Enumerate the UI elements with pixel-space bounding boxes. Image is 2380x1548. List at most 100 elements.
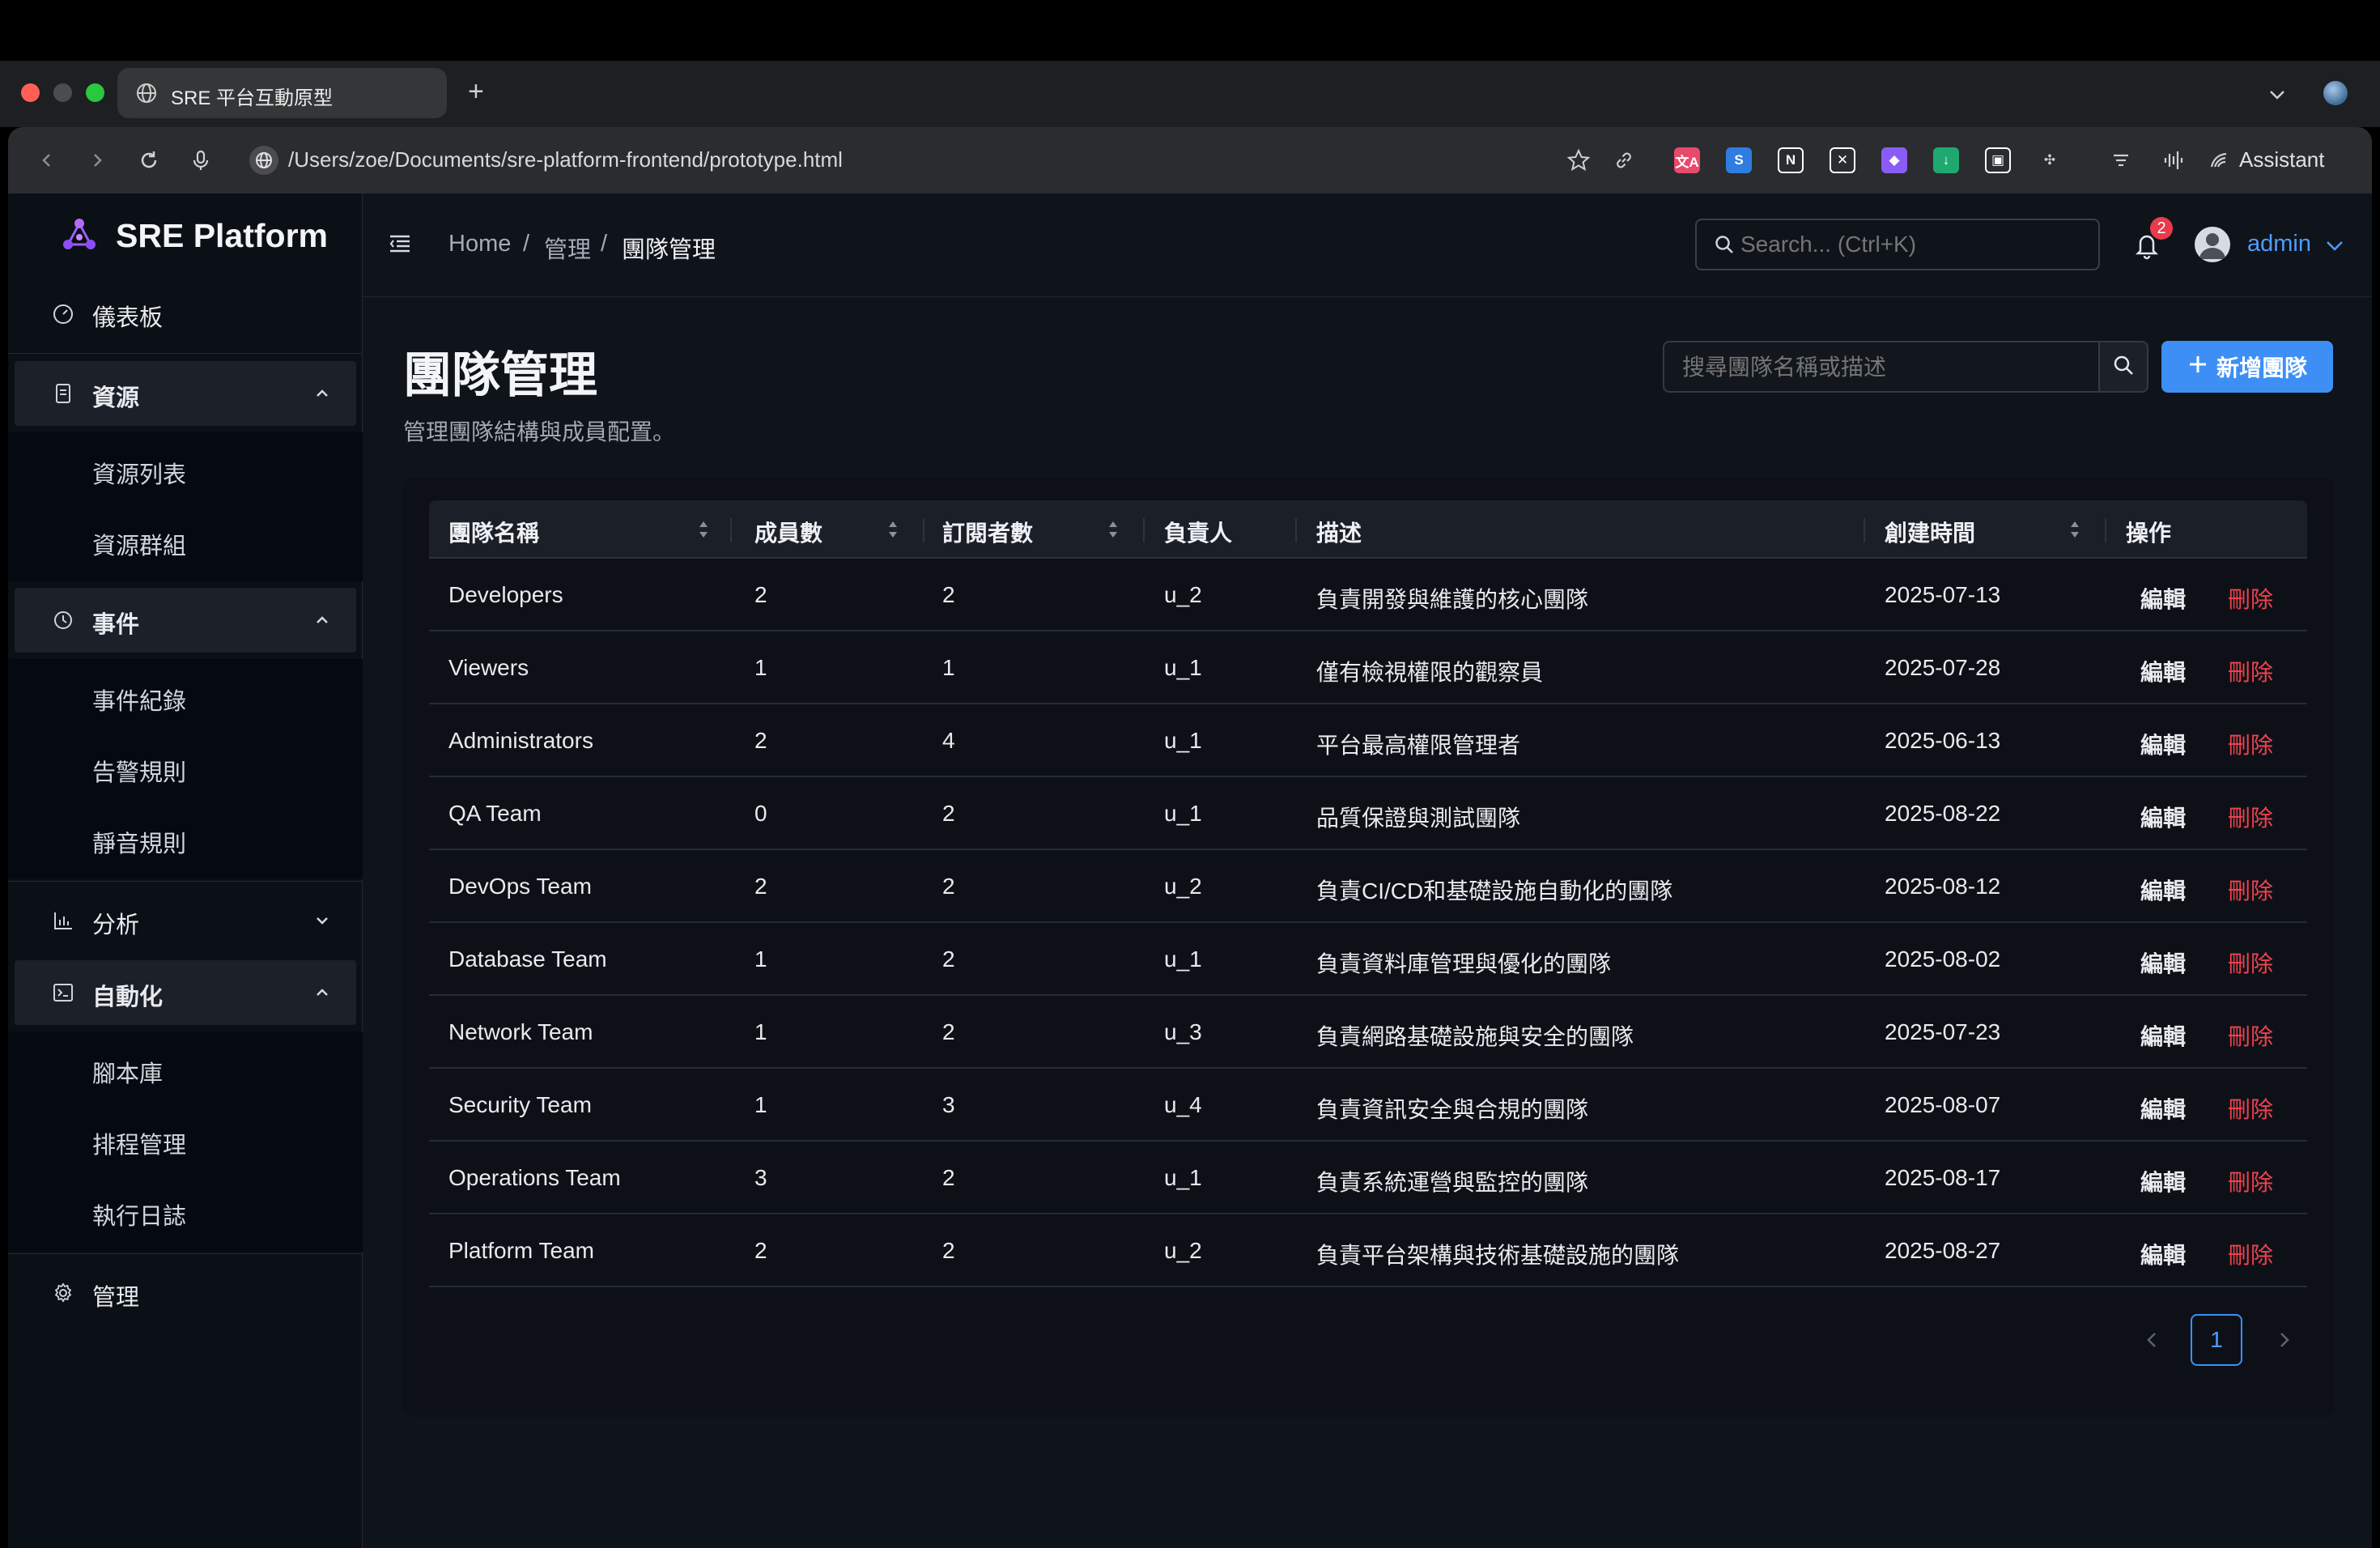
save-ext-icon[interactable]: ▣	[1985, 147, 2011, 173]
edit-button[interactable]: 編輯	[2140, 874, 2186, 906]
delete-button[interactable]: 刪除	[2228, 582, 2273, 615]
edit-button[interactable]: 編輯	[2140, 1165, 2186, 1197]
tab-list-chevron-icon[interactable]	[2267, 84, 2288, 109]
delete-button[interactable]: 刪除	[2228, 1092, 2273, 1125]
sidebar-item-schedules[interactable]: 排程管理	[92, 1126, 186, 1160]
sidebar-item-resource-list[interactable]: 資源列表	[92, 456, 186, 490]
microphone-icon[interactable]	[186, 146, 215, 175]
delete-button[interactable]: 刪除	[2228, 946, 2273, 979]
edit-button[interactable]: 編輯	[2140, 655, 2186, 687]
table-row: Network Team 1 2 u_3 負責網路基礎設施與安全的團隊 2025-07-2…	[429, 996, 2307, 1069]
sidebar-group-automation[interactable]: 自動化	[15, 960, 356, 1025]
column-header-members[interactable]: 成員數	[754, 516, 822, 548]
translate-ext-icon[interactable]: 文A	[1674, 147, 1700, 173]
edit-button[interactable]: 編輯	[2140, 582, 2186, 615]
sidebar-item-silence-rules[interactable]: 靜音規則	[92, 825, 186, 859]
search-icon	[2111, 353, 2136, 381]
add-team-button[interactable]: 新增團隊	[2161, 341, 2333, 393]
minimize-window-button[interactable]	[53, 83, 72, 102]
breadcrumb-home[interactable]: Home	[448, 231, 511, 257]
delete-button[interactable]: 刪除	[2228, 1238, 2273, 1270]
reading-list-icon[interactable]	[2106, 146, 2136, 175]
tools-ext-icon[interactable]: ✕	[1830, 147, 1855, 173]
browser-tab[interactable]: SRE 平台互動原型	[117, 68, 447, 118]
breadcrumb-admin[interactable]: 管理	[544, 231, 591, 265]
breadcrumb-separator: /	[523, 231, 530, 257]
menu-collapse-icon[interactable]	[387, 231, 413, 261]
created-date-cell: 2025-06-13	[1885, 728, 2001, 753]
edit-button[interactable]: 編輯	[2140, 1238, 2186, 1270]
browser-profile-icon[interactable]	[2323, 81, 2348, 105]
delete-button[interactable]: 刪除	[2228, 655, 2273, 687]
delete-button[interactable]: 刪除	[2228, 874, 2273, 906]
created-date-cell: 2025-08-07	[1885, 1092, 2001, 1117]
sidebar-item-resource-groups[interactable]: 資源群組	[92, 527, 186, 561]
audio-wave-icon[interactable]	[2158, 146, 2187, 175]
close-window-button[interactable]	[21, 83, 40, 102]
sidebar-item-script-library[interactable]: 腳本庫	[92, 1055, 163, 1089]
avatar[interactable]	[2195, 227, 2230, 262]
new-tab-button[interactable]: +	[468, 78, 484, 105]
edit-button[interactable]: 編輯	[2140, 801, 2186, 833]
back-icon[interactable]	[32, 146, 62, 175]
s-ext-icon[interactable]: S	[1726, 147, 1752, 173]
delete-button[interactable]: 刪除	[2228, 728, 2273, 760]
forward-icon[interactable]	[83, 146, 112, 175]
assistant-button[interactable]: Assistant	[2239, 147, 2325, 172]
edit-button[interactable]: 編輯	[2140, 946, 2186, 979]
resources-icon	[52, 382, 74, 405]
notification-badge: 2	[2150, 217, 2173, 240]
chevron-down-icon[interactable]	[2323, 235, 2346, 262]
team-search-field[interactable]	[1663, 341, 2100, 393]
column-header-name[interactable]: 團隊名稱	[448, 516, 539, 548]
member-count-cell: 1	[754, 1019, 767, 1044]
previous-page-icon[interactable]	[2140, 1328, 2165, 1356]
team-search-input[interactable]	[1682, 355, 2079, 381]
sidebar-group-events[interactable]: 事件	[15, 588, 356, 653]
sidebar-item-event-log[interactable]: 事件紀錄	[92, 683, 186, 717]
delete-button[interactable]: 刪除	[2228, 1165, 2273, 1197]
zoom-window-button[interactable]	[86, 83, 104, 102]
sort-icon[interactable]	[698, 518, 709, 541]
sidebar-item-dashboard[interactable]: 儀表板	[15, 281, 356, 346]
delete-button[interactable]: 刪除	[2228, 1019, 2273, 1052]
edit-button[interactable]: 編輯	[2140, 1092, 2186, 1125]
reload-icon[interactable]	[134, 146, 164, 175]
global-search-input[interactable]	[1740, 232, 2080, 257]
column-header-created[interactable]: 創建時間	[1885, 516, 1975, 548]
owner-cell: u_1	[1164, 728, 1202, 753]
delete-button[interactable]: 刪除	[2228, 801, 2273, 833]
description-cell: 僅有檢視權限的觀察員	[1316, 660, 1544, 685]
next-page-icon[interactable]	[2272, 1328, 2296, 1356]
sidebar-item-admin[interactable]: 管理	[15, 1261, 356, 1325]
site-info-icon[interactable]	[249, 146, 278, 175]
team-name-cell: Developers	[448, 582, 563, 607]
notion-ext-icon[interactable]: N	[1778, 147, 1804, 173]
column-divider	[1864, 518, 1865, 542]
edit-button[interactable]: 編輯	[2140, 1019, 2186, 1052]
sidebar-group-resources[interactable]: 資源	[15, 361, 356, 426]
member-count-cell: 1	[754, 655, 767, 680]
sort-icon[interactable]	[887, 518, 899, 541]
global-search[interactable]	[1695, 219, 2100, 270]
page-number-button[interactable]: 1	[2191, 1314, 2242, 1366]
edit-button[interactable]: 編輯	[2140, 728, 2186, 760]
sort-icon[interactable]	[1107, 518, 1119, 541]
table-row: Administrators 2 4 u_1 平台最高權限管理者 2025-06-13 編輯…	[429, 704, 2307, 777]
user-menu-name[interactable]: admin	[2247, 231, 2311, 257]
address-bar-url[interactable]: /Users/zoe/Documents/sre-platform-fronte…	[288, 147, 843, 172]
link-icon[interactable]	[1609, 146, 1638, 175]
subscriber-count-cell: 2	[942, 1019, 955, 1044]
assistant-icon	[2208, 149, 2231, 176]
sort-icon[interactable]	[2069, 518, 2080, 541]
sidebar-group-analysis[interactable]: 分析	[15, 888, 356, 953]
diamond-ext-icon[interactable]: ◆	[1881, 147, 1907, 173]
member-count-cell: 1	[754, 1092, 767, 1117]
puzzle-ext-icon[interactable]: ✣	[2037, 147, 2063, 173]
sidebar-item-alert-rules[interactable]: 告警規則	[92, 754, 186, 788]
sidebar-item-execution-logs[interactable]: 執行日誌	[92, 1197, 186, 1231]
team-search-button[interactable]	[2098, 341, 2148, 393]
bookmark-star-icon[interactable]	[1564, 146, 1593, 175]
column-header-subscribers[interactable]: 訂閱者數	[942, 516, 1033, 548]
download-ext-icon[interactable]: ↓	[1933, 147, 1959, 173]
